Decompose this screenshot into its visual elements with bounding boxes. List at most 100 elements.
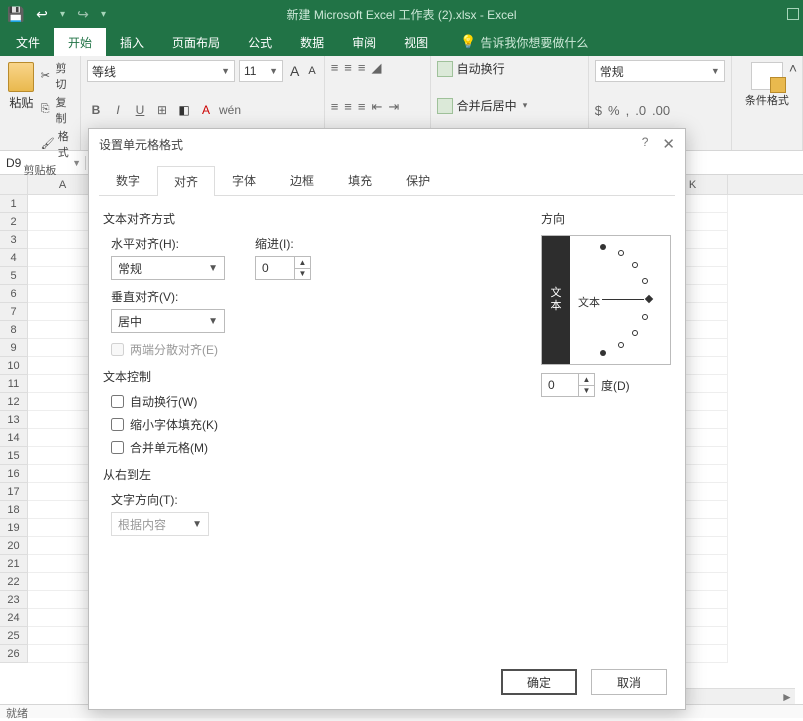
spin-down-icon[interactable]: ▼ [578,386,594,397]
row-header[interactable]: 24 [0,609,28,627]
align-bottom-icon[interactable]: ≡ [358,60,366,76]
format-painter-button[interactable]: 格式 [41,128,74,160]
dlg-tab-number[interactable]: 数字 [99,165,157,195]
number-format-combo[interactable]: 常规▼ [595,60,725,82]
row-header[interactable]: 9 [0,339,28,357]
tab-file[interactable]: 文件 [2,28,54,56]
dlg-tab-protect[interactable]: 保护 [389,165,447,195]
row-header[interactable]: 18 [0,501,28,519]
merge-center-button[interactable]: 合并后居中▾ [437,97,582,114]
ribbon-options-icon[interactable] [787,8,799,20]
row-header[interactable]: 20 [0,537,28,555]
orientation-control[interactable]: 文本 文本 [541,235,671,365]
dlg-tab-fill[interactable]: 填充 [331,165,389,195]
arc-handle-icon[interactable] [645,295,653,303]
orientation-vertical-label[interactable]: 文本 [542,236,570,364]
tab-data[interactable]: 数据 [286,28,338,56]
font-size-combo[interactable]: 11▼ [239,60,283,82]
row-header[interactable]: 22 [0,573,28,591]
row-header[interactable]: 2 [0,213,28,231]
row-header[interactable]: 26 [0,645,28,663]
text-direction-select[interactable]: 根据内容▼ [111,512,209,536]
h-align-select[interactable]: 常规▼ [111,256,225,280]
row-header[interactable]: 19 [0,519,28,537]
border-button[interactable]: ⊞ [153,103,171,117]
row-header[interactable]: 11 [0,375,28,393]
inc-decimal-icon[interactable]: .0 [635,103,646,118]
phonetic-button[interactable]: wén [219,103,241,117]
scroll-right-icon[interactable]: ► [779,690,795,704]
align-middle-icon[interactable]: ≡ [344,60,352,76]
accounting-icon[interactable]: $ [595,103,602,118]
font-color-button[interactable]: A [197,103,215,117]
select-all-corner[interactable] [0,175,28,194]
qat-customize-icon[interactable]: ▾ [101,9,106,20]
italic-button[interactable]: I [109,103,127,117]
row-header[interactable]: 1 [0,195,28,213]
bold-button[interactable]: B [87,103,105,117]
tab-view[interactable]: 视图 [390,28,442,56]
tab-layout[interactable]: 页面布局 [158,28,234,56]
dlg-tab-border[interactable]: 边框 [273,165,331,195]
tab-review[interactable]: 审阅 [338,28,390,56]
font-name-combo[interactable]: 等线▼ [87,60,235,82]
dec-decimal-icon[interactable]: .00 [652,103,670,118]
row-header[interactable]: 8 [0,321,28,339]
percent-icon[interactable]: % [608,103,620,118]
tell-me[interactable]: 💡 告诉我你想要做什么 [460,28,588,56]
conditional-format-button[interactable]: 条件格式 [738,60,796,108]
redo-icon[interactable]: ↪ [75,6,91,22]
row-header[interactable]: 16 [0,465,28,483]
row-header[interactable]: 4 [0,249,28,267]
row-header[interactable]: 23 [0,591,28,609]
orientation-dial[interactable]: 文本 [570,236,670,364]
align-center-icon[interactable]: ≡ [344,99,352,115]
align-left-icon[interactable]: ≡ [331,99,339,115]
row-header[interactable]: 13 [0,411,28,429]
increase-font-icon[interactable]: A [287,63,302,79]
dlg-tab-align[interactable]: 对齐 [157,166,215,196]
row-header[interactable]: 17 [0,483,28,501]
tab-insert[interactable]: 插入 [106,28,158,56]
row-header[interactable]: 7 [0,303,28,321]
row-header[interactable]: 12 [0,393,28,411]
row-header[interactable]: 5 [0,267,28,285]
wrap-text-check[interactable]: 自动换行(W) [111,393,511,410]
underline-button[interactable]: U [131,103,149,117]
spin-down-icon[interactable]: ▼ [294,269,310,280]
row-header[interactable]: 15 [0,447,28,465]
row-header[interactable]: 14 [0,429,28,447]
merge-cells-check[interactable]: 合并单元格(M) [111,439,511,456]
dlg-tab-font[interactable]: 字体 [215,165,273,195]
help-icon[interactable]: ? [642,135,649,153]
paste-button[interactable]: 粘贴 [6,60,37,120]
row-header[interactable]: 10 [0,357,28,375]
orientation-icon[interactable]: ◢ [371,60,381,76]
align-top-icon[interactable]: ≡ [331,60,339,76]
align-right-icon[interactable]: ≡ [358,99,366,115]
degree-spinner[interactable]: 0 ▲▼ [541,373,595,397]
undo-dropdown-icon[interactable]: ▾ [60,9,65,20]
undo-icon[interactable]: ↩ [34,6,50,22]
close-icon[interactable]: ✕ [662,135,675,153]
v-align-select[interactable]: 居中▼ [111,309,225,333]
row-header[interactable]: 21 [0,555,28,573]
indent-inc-icon[interactable]: ⇥ [388,99,399,115]
row-header[interactable]: 25 [0,627,28,645]
comma-icon[interactable]: , [626,103,630,118]
ribbon-collapse-icon[interactable]: ˄ [789,60,797,76]
cut-button[interactable]: 剪切 [41,60,74,92]
ok-button[interactable]: 确定 [501,669,577,695]
row-header[interactable]: 6 [0,285,28,303]
wrap-text-button[interactable]: 自动换行 [437,60,582,77]
indent-dec-icon[interactable]: ⇤ [371,99,382,115]
row-header[interactable]: 3 [0,231,28,249]
cancel-button[interactable]: 取消 [591,669,667,695]
spin-up-icon[interactable]: ▲ [578,374,594,386]
spin-up-icon[interactable]: ▲ [294,257,310,269]
copy-button[interactable]: 复制 [41,94,74,126]
shrink-fit-check[interactable]: 缩小字体填充(K) [111,416,511,433]
save-icon[interactable]: 💾 [8,6,24,22]
indent-spinner[interactable]: 0 ▲▼ [255,256,311,280]
decrease-font-icon[interactable]: A [306,65,317,77]
